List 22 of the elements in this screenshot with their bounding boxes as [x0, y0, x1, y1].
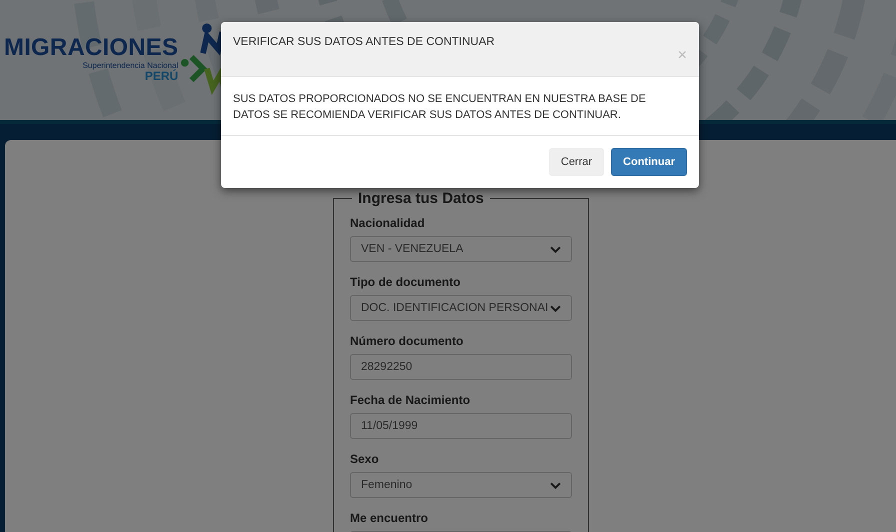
field-label: Tipo de documento — [350, 275, 462, 289]
modal-title: VERIFICAR SUS DATOS ANTES DE CONTINUAR — [233, 36, 495, 48]
input-field[interactable]: 28292250 — [350, 354, 572, 380]
field-label: Sexo — [350, 452, 380, 466]
continue-button[interactable]: Continuar — [611, 148, 687, 176]
chevron-down-icon — [550, 246, 561, 252]
field-label: Nacionalidad — [350, 216, 426, 230]
chevron-down-icon — [550, 304, 561, 312]
chevron-down-icon — [550, 482, 561, 488]
field-label: Número documento — [350, 334, 464, 348]
select-field[interactable]: VEN - VENEZUELA — [350, 236, 572, 262]
select-field[interactable]: DOC. IDENTIFICACION PERSONAI — [350, 295, 572, 321]
logo-text: MIGRACIONES — [4, 35, 178, 61]
modal-message: SUS DATOS PROPORCIONADOS NO SE ENCUENTRAN EN NUESTRA BASE DE DATOS SE RECOMIENDA VERIFICAR SUS DATOS ANTES DE CONTINUAR. — [233, 92, 647, 123]
field-label: Me encuentro — [350, 511, 430, 525]
select-field[interactable]: Femenino — [350, 472, 572, 498]
logo-subtitle: Superintendencia Nacional — [82, 61, 178, 70]
cancel-button[interactable]: Cerrar — [548, 148, 604, 176]
field-label: Fecha de Nacimiento — [350, 393, 472, 407]
input-field[interactable]: 11/05/1999 — [350, 413, 572, 439]
logo-country: PERÚ — [144, 70, 178, 83]
form-legend: Ingresa tus Datos — [352, 190, 490, 207]
